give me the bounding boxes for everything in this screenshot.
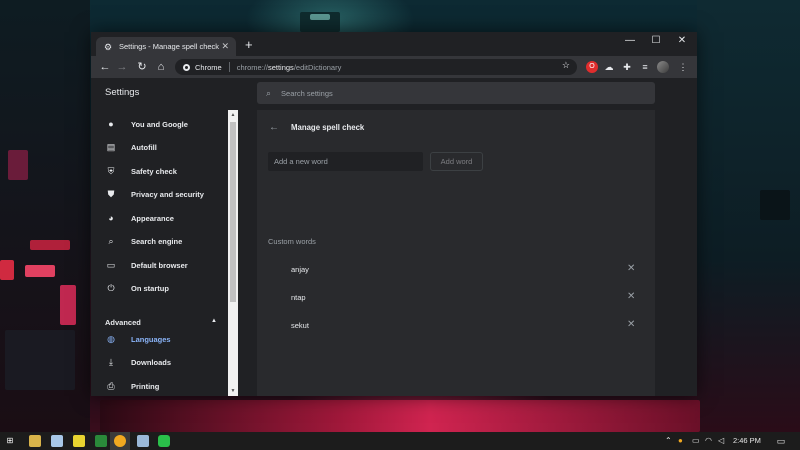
back-arrow-icon[interactable]: ← [98, 60, 112, 74]
tab-settings[interactable]: ⚙ Settings - Manage spell check ✕ [96, 37, 236, 56]
reload-icon[interactable]: ↻ [135, 60, 149, 74]
browser-window: ⚙ Settings - Manage spell check ✕ + — ☐ … [91, 32, 697, 396]
custom-words-heading: Custom words [268, 237, 316, 246]
network-app-icon[interactable] [137, 435, 149, 447]
card-header: ← Manage spell check [269, 122, 364, 133]
back-arrow-icon[interactable]: ← [269, 122, 279, 133]
sidebar-item-you-and-google[interactable]: ● You and Google [91, 113, 237, 135]
list-item: sekut ✕ [257, 312, 655, 340]
add-word-input[interactable] [268, 152, 423, 171]
download-icon: ⤓ [109, 356, 113, 367]
sidebar-item-autofill[interactable]: ▤ Autofill [91, 136, 237, 158]
url-text: chrome://settings/editDictionary [236, 62, 342, 72]
gear-icon: ⚙ [104, 41, 113, 52]
page-title: Settings [105, 87, 140, 98]
scroll-down-icon[interactable]: ▼ [228, 386, 238, 396]
chevron-up-icon[interactable]: ⌃ [665, 436, 672, 446]
search-input[interactable]: ⌕ Search settings [257, 82, 655, 104]
clipboard-icon: ▤ [106, 141, 116, 152]
sidebar: ● You and Google ▤ Autofill ⛨ Safety che… [91, 110, 237, 396]
reading-list-icon[interactable]: ≡ [639, 61, 651, 73]
chrome-taskbar-icon[interactable] [114, 435, 126, 447]
list-item: ntap ✕ [257, 284, 655, 312]
volume-icon[interactable]: ◁ [718, 436, 724, 446]
shield-check-icon: ⛨ [107, 165, 115, 176]
tab-title: Settings - Manage spell check [119, 42, 220, 51]
browser-window-icon: ▭ [106, 259, 116, 270]
forward-arrow-icon[interactable]: → [115, 60, 129, 74]
tray-app-icon[interactable]: ● [678, 436, 683, 446]
scroll-up-icon[interactable]: ▲ [228, 110, 238, 120]
close-tab-icon[interactable]: ✕ [221, 41, 229, 52]
person-icon: ● [108, 119, 114, 129]
word-text: sekut [291, 321, 309, 330]
app-icon[interactable] [95, 435, 107, 447]
sidebar-item-safety-check[interactable]: ⛨ Safety check [91, 160, 237, 182]
title-bar: ⚙ Settings - Manage spell check ✕ + — ☐ … [91, 32, 697, 56]
sidebar-item-downloads[interactable]: ⤓ Downloads [91, 351, 237, 373]
printer-icon: ⎙ [107, 380, 115, 391]
chevron-up-icon: ▲ [211, 318, 217, 324]
scroll-thumb[interactable] [230, 122, 236, 302]
list-item: anjay ✕ [257, 256, 655, 284]
sidebar-item-appearance[interactable]: ◕ Appearance [91, 207, 237, 229]
remove-word-icon[interactable]: ✕ [627, 291, 635, 303]
sidebar-item-default-browser[interactable]: ▭ Default browser [91, 254, 237, 276]
sticky-notes-icon[interactable] [73, 435, 85, 447]
puzzle-extensions-icon[interactable]: ✚ [621, 61, 633, 73]
card-title: Manage spell check [291, 123, 365, 132]
notification-icon[interactable]: ▭ [775, 435, 787, 447]
toolbar: ← → ↻ ⌂ Chrome chrome://settings/editDic… [91, 56, 697, 78]
settings-page: Settings ⌕ Search settings ● You and Goo… [91, 78, 697, 396]
palette-icon: ◕ [108, 213, 114, 223]
line-app-icon[interactable] [158, 435, 170, 447]
battery-icon[interactable]: ▭ [692, 436, 700, 446]
sidebar-item-privacy[interactable]: ⛊ Privacy and security [91, 183, 237, 205]
settings-header: Settings ⌕ Search settings [91, 78, 697, 106]
sidebar-advanced-toggle[interactable]: Advanced ▲ [105, 318, 217, 327]
sidebar-item-printing[interactable]: ⎙ Printing [91, 375, 237, 396]
search-icon: ⌕ [108, 235, 114, 246]
omnibox-divider [228, 62, 230, 72]
shield-icon: ⛊ [107, 188, 115, 199]
spell-check-card: ← Manage spell check Add word Custom wor… [257, 110, 655, 396]
chrome-logo-icon [183, 63, 190, 71]
profile-avatar[interactable] [657, 61, 669, 73]
power-icon: ⏻ [107, 282, 115, 293]
remove-word-icon[interactable]: ✕ [627, 319, 635, 331]
add-word-button[interactable]: Add word [430, 152, 483, 171]
windows-start-icon[interactable]: ⊞ [4, 435, 16, 447]
search-icon: ⌕ [266, 87, 272, 98]
taskbar: ⊞ ⌃ ● ▭ ◠ ◁ 2:46 PM ▭ [0, 432, 800, 450]
word-text: ntap [291, 293, 306, 302]
wifi-icon[interactable]: ◠ [705, 436, 712, 446]
sidebar-item-languages[interactable]: ◍ Languages [91, 328, 237, 350]
sidebar-item-on-startup[interactable]: ⏻ On startup [91, 277, 237, 299]
notepad-icon[interactable] [51, 435, 63, 447]
word-text: anjay [291, 265, 309, 274]
maximize-icon[interactable]: ☐ [646, 35, 666, 46]
remove-word-icon[interactable]: ✕ [627, 263, 635, 275]
home-icon[interactable]: ⌂ [154, 60, 168, 74]
globe-icon: ◍ [107, 333, 115, 344]
sidebar-scrollbar[interactable]: ▲ ▼ [228, 110, 238, 396]
sidebar-item-search-engine[interactable]: ⌕ Search engine [91, 230, 237, 252]
new-tab-button[interactable]: + [245, 38, 253, 52]
file-explorer-icon[interactable] [29, 435, 41, 447]
menu-dots-icon[interactable]: ⋮ [677, 61, 689, 73]
close-window-icon[interactable]: ✕ [672, 35, 692, 46]
clock[interactable]: 2:46 PM [733, 436, 761, 445]
address-bar[interactable]: Chrome chrome://settings/editDictionary … [175, 59, 577, 75]
search-placeholder: Search settings [281, 88, 333, 98]
minimize-icon[interactable]: — [620, 35, 640, 46]
bookmark-star-icon[interactable]: ☆ [562, 60, 570, 71]
opera-extension-icon[interactable]: O [586, 61, 598, 73]
site-chip: Chrome [195, 62, 222, 72]
cloud-extension-icon[interactable]: ☁ [603, 61, 615, 73]
